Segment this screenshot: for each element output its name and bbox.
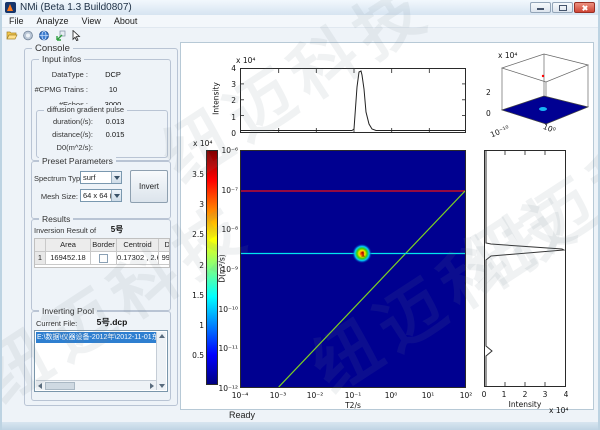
results-table-header: Area Border Centroid Dist — [35, 239, 169, 252]
diffusion-title: diffusion gradient pulse — [44, 105, 127, 114]
t2-plot-ylabel: Intensity — [212, 79, 221, 119]
cpmg-trains-label: #CPMG Trains : — [32, 85, 88, 94]
peak-label: 1 — [361, 252, 365, 259]
globe-icon[interactable] — [38, 28, 50, 39]
title-bar[interactable]: NMi (Beta 1.3 Build0807) — [2, 0, 598, 16]
green-diagonal-line — [279, 191, 465, 387]
close-button[interactable] — [574, 2, 595, 13]
results-table: Area Border Centroid Dist 1 169452.18 0.… — [34, 238, 170, 268]
col-area: Area — [46, 239, 91, 252]
menu-view[interactable]: View — [82, 16, 101, 26]
datatype-label: DataType : — [32, 70, 88, 79]
duration-value: 0.013 — [95, 117, 135, 126]
col-centroid: Centroid — [117, 239, 159, 252]
cell-area: 169452.18 — [46, 252, 91, 265]
inverting-pool-group: Inverting Pool Current File: 5号.dcp E:\数… — [31, 311, 171, 401]
snapshot-icon[interactable] — [22, 28, 34, 39]
invert-button[interactable]: Invert — [130, 170, 168, 203]
console-title: Console — [32, 43, 73, 54]
colorbar-scale: x 10⁴ — [193, 139, 212, 148]
vertical-scrollbar[interactable] — [156, 332, 166, 390]
scrollbar-thumb[interactable] — [45, 382, 75, 390]
console-panel: Console Input infos DataType : DCP #CPMG… — [24, 48, 178, 406]
inversion-result-caption: Inversion Result of — [34, 226, 96, 235]
input-infos-group: Input infos DataType : DCP #CPMG Trains … — [31, 59, 171, 161]
mesh-size-label: Mesh Size: — [34, 192, 78, 201]
maximize-button[interactable] — [552, 2, 573, 13]
app-window: NMi (Beta 1.3 Build0807) File Analyze Vi… — [0, 0, 600, 430]
cpmg-trains-value: 10 — [90, 85, 136, 94]
mesh-size-select[interactable]: 64 x 64 (... — [80, 189, 122, 202]
t2-projection-curve — [241, 69, 465, 132]
minimize-button[interactable] — [530, 2, 551, 13]
list-item-selected[interactable]: E:\数据\仪器设备-2012年\2012-11-01东北石油大学样本测试数据 — [36, 332, 156, 343]
distance-value: 0.015 — [95, 130, 135, 139]
scroll-right-icon[interactable] — [150, 383, 154, 389]
diffusion-group: diffusion gradient pulse duration(/s): 0… — [36, 110, 168, 158]
t2-plot-scale: x 10⁴ — [236, 56, 255, 65]
input-infos-title: Input infos — [39, 54, 84, 64]
menu-file[interactable]: File — [9, 16, 24, 26]
menu-about[interactable]: About — [114, 16, 138, 26]
d-projection-scale: x 10⁴ — [549, 406, 568, 415]
window-bottom-border — [2, 422, 598, 430]
menu-analyze[interactable]: Analyze — [37, 16, 69, 26]
d0-label: D0(m^2/s): — [37, 143, 93, 152]
scroll-down-icon[interactable] — [159, 384, 165, 388]
border-checkbox[interactable] — [99, 254, 108, 263]
d-projection-plot — [484, 150, 566, 387]
col-border: Border — [91, 239, 117, 252]
col-dist: Dist — [159, 239, 170, 252]
datatype-value: DCP — [90, 70, 136, 79]
inversion-result-file: 5号 — [102, 224, 132, 235]
duration-label: duration(/s): — [37, 117, 93, 126]
heatmap-xlabel: T2/s — [333, 401, 373, 410]
cell-border — [91, 252, 117, 265]
heatmap-overlay: 1 — [241, 151, 465, 387]
d-t2-heatmap: 1 — [240, 150, 466, 388]
current-file-value: 5号.dcp — [72, 316, 152, 328]
inverting-pool-title: Inverting Pool — [39, 306, 97, 316]
table-row[interactable]: 1 169452.18 0.17302 , 2.6... 99.21 — [35, 252, 169, 265]
chevron-down-icon[interactable] — [111, 172, 121, 183]
surface-scale: x 10⁴ — [498, 51, 517, 60]
toolbar — [2, 27, 598, 39]
file-listbox[interactable]: E:\数据\仪器设备-2012年\2012-11-01东北石油大学样本测试数据 — [34, 330, 168, 392]
spectrum-type-select[interactable]: surf — [80, 171, 122, 184]
t2-projection-plot — [240, 68, 466, 133]
heatmap-ylabel: D(m²/s) — [218, 245, 227, 293]
spectrum-type-value: surf — [83, 173, 96, 182]
open-folder-icon[interactable] — [6, 28, 18, 39]
window-title: NMi (Beta 1.3 Build0807) — [20, 2, 132, 13]
horizontal-scrollbar[interactable] — [36, 380, 156, 390]
pointer-icon[interactable] — [70, 28, 82, 39]
d-projection-xlabel: Intensity — [503, 400, 547, 409]
row-index: 1 — [35, 252, 46, 265]
status-text: Ready — [182, 410, 302, 420]
preset-parameters-title: Preset Parameters — [39, 156, 116, 166]
scroll-up-icon[interactable] — [159, 334, 165, 338]
import-data-icon[interactable] — [54, 28, 66, 39]
app-icon — [5, 2, 16, 13]
distance-label: distance(/s): — [37, 130, 93, 139]
cell-centroid: 0.17302 , 2.6... — [117, 252, 159, 265]
scroll-left-icon[interactable] — [38, 383, 42, 389]
cell-dist: 99.21 — [159, 252, 170, 265]
results-group: Results Inversion Result of 5号 Area Bord… — [31, 219, 171, 311]
d-projection-curve — [485, 151, 565, 386]
preset-parameters-group: Preset Parameters Spectrum Type : surf M… — [31, 161, 171, 219]
chevron-down-icon[interactable] — [111, 190, 121, 201]
results-title: Results — [39, 214, 73, 224]
spectrum-type-label: Spectrum Type : — [34, 174, 78, 183]
